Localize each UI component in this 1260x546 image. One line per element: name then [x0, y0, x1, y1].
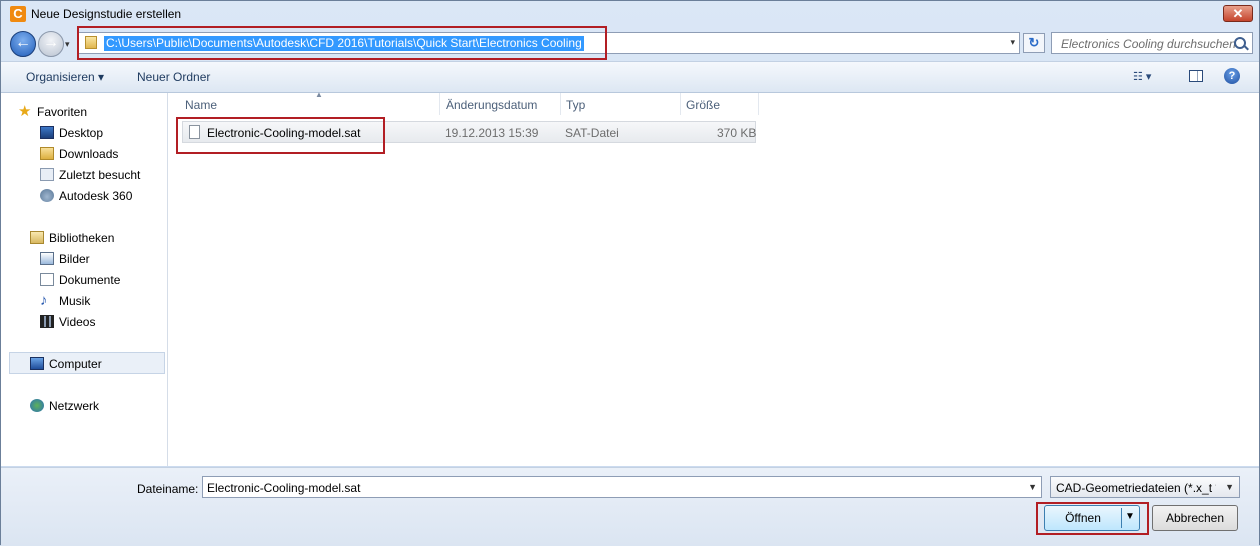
- new-folder-button[interactable]: Neuer Ordner: [137, 70, 210, 84]
- music-note-icon: ♪: [40, 292, 48, 309]
- network-globe-icon: [30, 399, 44, 412]
- sidebar-label: Netzwerk: [49, 399, 100, 413]
- file-size: 370 KB: [717, 126, 757, 140]
- sidebar-label: Autodesk 360: [59, 189, 133, 203]
- sidebar-item-libraries[interactable]: Bibliotheken: [30, 231, 115, 245]
- filename-value: Electronic-Cooling-model.sat: [207, 481, 361, 495]
- filename-label: Dateiname:: [137, 482, 199, 496]
- address-dropdown-icon[interactable]: ▾: [1010, 37, 1015, 48]
- column-header-size[interactable]: Größe: [680, 93, 758, 115]
- search-placeholder: Electronics Cooling durchsuchen: [1061, 37, 1236, 51]
- cloud-icon: [40, 189, 54, 202]
- computer-icon: [30, 357, 44, 370]
- close-button[interactable]: ✕: [1223, 5, 1253, 22]
- column-label: Name: [185, 98, 218, 112]
- sidebar-label: Desktop: [59, 126, 104, 140]
- navigation-pane: ★ Favoriten Desktop Downloads Zuletzt bes…: [1, 93, 168, 466]
- filetype-value: CAD-Geometriedateien (*.x_t *.: [1056, 481, 1216, 495]
- history-dropdown-icon[interactable]: ▾: [65, 39, 70, 50]
- sidebar-item-music[interactable]: ♪ Musik: [40, 293, 91, 308]
- column-header-modified[interactable]: Änderungsdatum: [440, 93, 560, 115]
- sidebar-label: Computer: [49, 357, 102, 371]
- sidebar-item-favorites[interactable]: ★ Favoriten: [18, 104, 88, 119]
- file-highlight-box: [176, 117, 385, 154]
- filetype-select[interactable]: CAD-Geometriedateien (*.x_t *. ▼: [1050, 476, 1240, 498]
- address-highlight-box: [77, 26, 607, 60]
- window-title: Neue Designstudie erstellen: [31, 7, 182, 21]
- film-strip-icon: [40, 315, 54, 328]
- sidebar-label: Videos: [59, 315, 96, 329]
- desktop-icon: [40, 126, 54, 139]
- downloads-folder-icon: [40, 147, 54, 160]
- filename-dropdown-icon[interactable]: ▼: [1028, 482, 1037, 492]
- sort-ascending-icon: ▲: [315, 90, 323, 99]
- file-modified: 19.12.2013 15:39: [445, 126, 539, 140]
- sidebar-item-network[interactable]: Netzwerk: [30, 399, 100, 413]
- sidebar-item-recent[interactable]: Zuletzt besucht: [40, 168, 141, 182]
- filetype-dropdown-icon[interactable]: ▼: [1225, 482, 1234, 492]
- file-dialog: C Neue Designstudie erstellen ✕ ← → ▾ C:…: [0, 0, 1260, 546]
- sidebar-label: Bilder: [59, 252, 90, 266]
- preview-pane-icon[interactable]: [1189, 70, 1203, 82]
- title-bar: C Neue Designstudie erstellen ✕: [1, 1, 1259, 29]
- sidebar-item-videos[interactable]: Videos: [40, 315, 96, 329]
- sidebar-label: Musik: [59, 294, 91, 308]
- star-icon: ★: [18, 103, 32, 120]
- search-icon[interactable]: [1234, 37, 1246, 49]
- column-label: Größe: [686, 98, 721, 112]
- cancel-button[interactable]: Abbrechen: [1152, 505, 1238, 531]
- column-header-type[interactable]: Typ: [560, 93, 680, 115]
- refresh-button[interactable]: ↻: [1023, 33, 1045, 53]
- column-header-name[interactable]: Name ▲: [179, 90, 439, 115]
- sidebar-item-computer[interactable]: Computer: [30, 357, 102, 371]
- pictures-icon: [40, 252, 54, 265]
- autodesk-cfd-app-icon: C: [10, 6, 26, 22]
- view-options-icon[interactable]: ☷ ▾: [1133, 70, 1151, 83]
- sidebar-item-desktop[interactable]: Desktop: [40, 126, 104, 140]
- sidebar-label: Dokumente: [59, 273, 121, 287]
- forward-button[interactable]: →: [38, 31, 64, 57]
- sidebar-label: Downloads: [59, 147, 119, 161]
- file-type: SAT-Datei: [565, 126, 619, 140]
- column-label: Änderungsdatum: [446, 98, 538, 112]
- navigation-bar: ← → ▾ C:\Users\Public\Documents\Autodesk…: [1, 26, 1259, 60]
- sidebar-label: Zuletzt besucht: [59, 168, 141, 182]
- column-label: Typ: [566, 98, 586, 112]
- back-button[interactable]: ←: [10, 31, 36, 57]
- sidebar-item-downloads[interactable]: Downloads: [40, 147, 119, 161]
- documents-icon: [40, 273, 54, 286]
- sidebar-label: Favoriten: [37, 105, 88, 119]
- open-button-highlight-box: [1036, 502, 1149, 535]
- sidebar-item-pictures[interactable]: Bilder: [40, 252, 90, 266]
- sidebar-label: Bibliotheken: [49, 231, 115, 245]
- command-toolbar: Organisieren ▾ Neuer Ordner ☷ ▾ ?: [1, 61, 1259, 93]
- search-input[interactable]: Electronics Cooling durchsuchen: [1051, 32, 1253, 54]
- libraries-icon: [30, 231, 44, 244]
- organize-menu-button[interactable]: Organisieren ▾: [26, 70, 104, 84]
- help-icon[interactable]: ?: [1224, 68, 1240, 84]
- column-divider[interactable]: [758, 93, 759, 115]
- sidebar-item-documents[interactable]: Dokumente: [40, 273, 121, 287]
- recent-places-icon: [40, 168, 54, 181]
- sidebar-item-autodesk360[interactable]: Autodesk 360: [40, 189, 133, 203]
- filename-input[interactable]: Electronic-Cooling-model.sat ▼: [202, 476, 1042, 498]
